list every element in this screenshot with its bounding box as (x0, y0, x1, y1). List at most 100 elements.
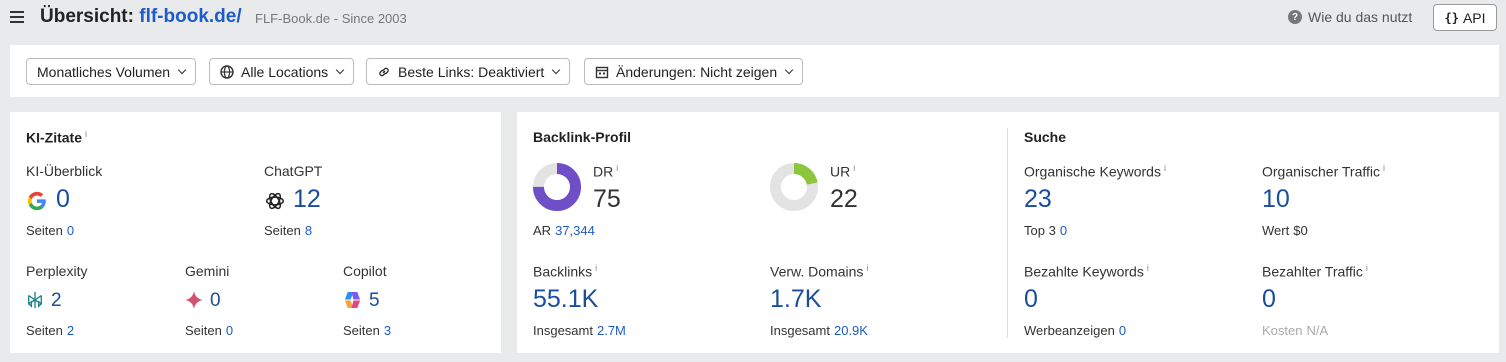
paid-keywords-label-text: Bezahlte Keywords (1024, 263, 1144, 280)
filter-bar: Monatliches Volumen Alle Locations Beste… (10, 45, 1499, 97)
info-icon[interactable]: i (1147, 263, 1149, 273)
pages-label: Seiten (343, 323, 380, 338)
info-icon[interactable]: i (853, 163, 855, 173)
title-domain-link[interactable]: flf-book.de/ (139, 6, 241, 27)
volume-dropdown[interactable]: Monatliches Volumen (26, 58, 197, 85)
organic-traffic-value[interactable]: 10 (1262, 185, 1290, 214)
api-label: API (1462, 9, 1486, 26)
chevron-down-icon (552, 65, 561, 75)
help-link[interactable]: ? Wie du das nutzt (1288, 9, 1412, 25)
paid-traffic-value[interactable]: 0 (1262, 285, 1276, 314)
chevron-down-icon (335, 65, 345, 75)
ur-label: UR i (830, 163, 855, 180)
volume-label: Monatliches Volumen (37, 63, 171, 80)
pages-value[interactable]: 0 (67, 223, 74, 238)
gemini-label: Gemini (185, 263, 230, 279)
pages-value[interactable]: 0 (226, 323, 233, 338)
dr-value: 75 (593, 185, 621, 213)
globe-icon (220, 64, 234, 79)
title-prefix: Übersicht: (40, 6, 134, 27)
paid-keywords-value[interactable]: 0 (1024, 285, 1038, 314)
top3-value[interactable]: 0 (1060, 223, 1067, 238)
paid-traffic-cost: Kosten N/A (1262, 323, 1328, 338)
backlink-profile-title: Backlink-Profil (533, 129, 632, 145)
ai-overview-value[interactable]: 0 (56, 185, 70, 214)
total-value[interactable]: 20.9K (834, 323, 868, 338)
chatgpt-value[interactable]: 12 (293, 185, 321, 214)
top3-label: Top 3 (1024, 223, 1056, 238)
info-icon[interactable]: i (866, 263, 868, 273)
dr-label-text: DR (593, 163, 614, 180)
ads-value[interactable]: 0 (1119, 323, 1126, 338)
perplexity-value[interactable]: 2 (51, 290, 62, 312)
dr-gauge (533, 163, 581, 211)
link-icon (379, 67, 389, 76)
backlinks-label: Backlinks i (533, 263, 597, 280)
copilot-label: Copilot (343, 263, 387, 279)
organic-keywords-value[interactable]: 23 (1024, 185, 1052, 214)
perplexity-label: Perplexity (26, 263, 88, 279)
total-label: Insgesamt (770, 323, 830, 338)
calendar-icon (595, 66, 609, 78)
menu-icon[interactable] (10, 11, 24, 23)
perplexity-pages: Seiten 2 (26, 323, 74, 338)
section-divider (1007, 128, 1008, 338)
ar-value[interactable]: 37,344 (555, 223, 595, 238)
copilot-pages: Seiten 3 (343, 323, 391, 338)
paid-keywords-ads: Werbeanzeigen 0 (1024, 323, 1126, 338)
ai-citations-card (10, 112, 501, 353)
ai-overview-pages: Seiten 0 (26, 223, 74, 238)
organic-traffic-label: Organischer Traffic i (1262, 163, 1385, 180)
paid-keywords-label: Bezahlte Keywords i (1024, 263, 1149, 280)
changes-label: Änderungen: Nicht zeigen (616, 63, 778, 80)
backlinks-value[interactable]: 55.1K (533, 285, 598, 314)
chatgpt-pages: Seiten 8 (264, 223, 312, 238)
ai-citations-title: KI-Zitate i (26, 129, 87, 146)
help-label: Wie du das nutzt (1308, 9, 1413, 25)
ur-label-text: UR (830, 163, 851, 180)
perplexity-icon (28, 291, 42, 309)
cost-label: Kosten (1262, 323, 1303, 338)
worth-value: $0 (1293, 223, 1308, 238)
locations-label: Alle Locations (241, 63, 329, 80)
pages-value[interactable]: 2 (67, 323, 74, 338)
best-links-dropdown[interactable]: Beste Links: Deaktiviert (366, 58, 571, 85)
pages-value[interactable]: 8 (305, 223, 312, 238)
ur-value: 22 (830, 185, 858, 213)
ref-domains-value[interactable]: 1.7K (770, 285, 821, 314)
pages-value[interactable]: 3 (384, 323, 391, 338)
info-icon[interactable]: i (1383, 163, 1385, 173)
search-title: Suche (1024, 129, 1067, 145)
code-braces-icon: {} (1444, 10, 1459, 25)
gemini-value[interactable]: 0 (210, 290, 221, 312)
backlinks-total: Insgesamt 2.7M (533, 323, 626, 338)
cost-value: N/A (1306, 323, 1329, 338)
organic-traffic-label-text: Organischer Traffic (1262, 163, 1381, 180)
backlink-search-card (517, 112, 1499, 353)
question-icon: ? (1288, 10, 1302, 24)
google-icon (27, 191, 46, 211)
changes-dropdown[interactable]: Änderungen: Nicht zeigen (584, 58, 804, 85)
info-icon[interactable]: i (1366, 263, 1368, 273)
worth-label: Wert (1262, 223, 1290, 238)
info-icon[interactable]: i (595, 263, 597, 273)
best-links-label: Beste Links: Deaktiviert (398, 63, 545, 80)
copilot-value[interactable]: 5 (369, 290, 380, 312)
info-icon[interactable]: i (85, 129, 87, 139)
pages-label: Seiten (26, 223, 63, 238)
paid-traffic-label: Bezahlter Traffic i (1262, 263, 1368, 280)
organic-keywords-top3: Top 3 0 (1024, 223, 1067, 238)
chatgpt-icon (266, 192, 284, 210)
pages-label: Seiten (264, 223, 301, 238)
api-button[interactable]: {} API (1433, 4, 1497, 31)
info-icon[interactable]: i (616, 163, 618, 173)
info-icon[interactable]: i (1164, 163, 1166, 173)
dr-label: DR i (593, 163, 618, 180)
locations-dropdown[interactable]: Alle Locations (209, 58, 355, 85)
organic-keywords-label: Organische Keywords i (1024, 163, 1166, 180)
ar-rank: AR 37,344 (533, 223, 595, 238)
pages-label: Seiten (26, 323, 63, 338)
organic-traffic-worth: Wert $0 (1262, 223, 1308, 238)
ai-citations-title-text: KI-Zitate (26, 129, 82, 146)
total-value[interactable]: 2.7M (597, 323, 626, 338)
